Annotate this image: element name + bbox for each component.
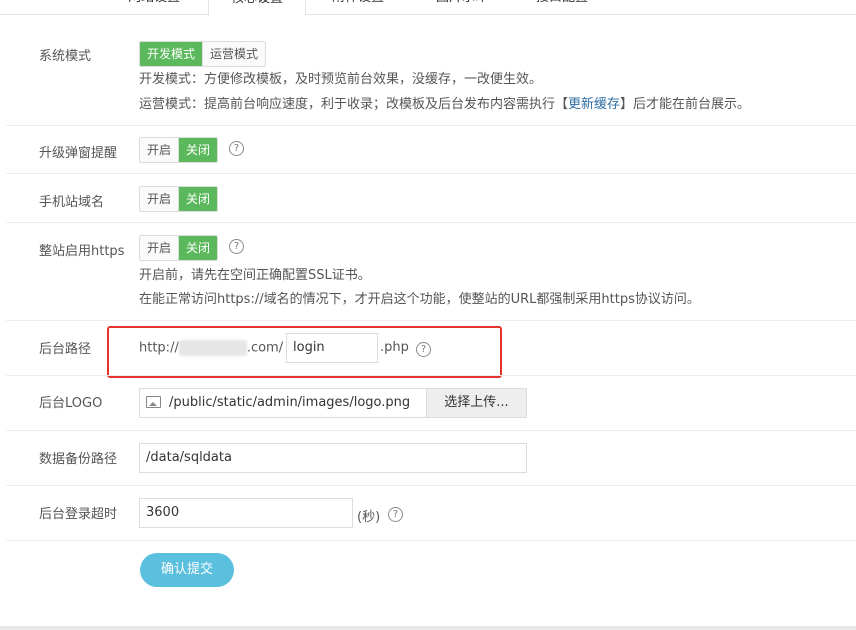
backup-path-label: 数据备份路径	[39, 452, 118, 467]
highlight-box	[107, 326, 502, 378]
divider	[6, 375, 856, 376]
upgrade-popup-label: 升级弹窗提醒	[39, 146, 118, 161]
help-icon[interactable]: ?	[229, 141, 244, 156]
admin-logo-label: 后台LOGO	[39, 396, 103, 411]
admin-logo-input[interactable]: /public/static/admin/images/logo.png	[139, 388, 427, 418]
divider	[6, 540, 856, 541]
https-on[interactable]: 开启	[140, 236, 179, 260]
image-icon	[146, 395, 161, 408]
tab-attachment-settings[interactable]: 附件设置	[304, 0, 412, 14]
dev-mode-option[interactable]: 开发模式	[140, 42, 203, 66]
tab-api-config[interactable]: 接口配置	[512, 0, 612, 14]
https-off[interactable]: 关闭	[178, 236, 218, 260]
ops-mode-option[interactable]: 运营模式	[202, 42, 266, 66]
upgrade-popup-off[interactable]: 关闭	[178, 138, 218, 162]
mobile-domain-on[interactable]: 开启	[140, 187, 179, 211]
divider	[6, 125, 856, 126]
upgrade-popup-toggle: 开启 关闭	[139, 137, 219, 163]
bottom-scrollbar[interactable]	[0, 626, 856, 630]
system-mode-toggle: 开发模式 运营模式	[139, 41, 267, 67]
divider	[6, 485, 856, 486]
tab-bar: 网站设置 核心设置 附件设置 图片水印 接口配置	[0, 0, 856, 16]
https-note-force: 在能正常访问https://域名的情况下，才开启这个功能，使整站的URL都强制采…	[139, 292, 700, 307]
seconds-unit: (秒)	[357, 510, 381, 525]
admin-logo-path: /public/static/admin/images/logo.png	[169, 395, 411, 410]
update-cache-link[interactable]: 更新缓存	[568, 97, 620, 112]
help-icon[interactable]: ?	[388, 507, 403, 522]
tab-site-settings[interactable]: 网站设置	[100, 0, 208, 14]
ops-mode-description-text: 运营模式：提高前台响应速度，利于收录；改模板及后台发布内容需执行【	[139, 97, 569, 112]
login-timeout-label: 后台登录超时	[39, 507, 118, 522]
https-note-ssl: 开启前，请先在空间正确配置SSL证书。	[139, 268, 371, 283]
divider	[6, 430, 856, 431]
divider	[6, 173, 856, 174]
backup-path-input[interactable]: /data/sqldata	[139, 443, 527, 473]
mobile-domain-toggle: 开启 关闭	[139, 186, 219, 212]
divider	[6, 222, 856, 223]
tab-image-watermark[interactable]: 图片水印	[412, 0, 512, 14]
ops-mode-description: 运营模式：提高前台响应速度，利于收录；改模板及后台发布内容需执行【更新缓存】后才…	[139, 93, 750, 112]
admin-path-label: 后台路径	[39, 342, 92, 357]
upgrade-popup-on[interactable]: 开启	[140, 138, 179, 162]
dev-mode-description: 开发模式：方便修改模板，及时预览前台效果，没缓存，一改便生效。	[139, 72, 543, 87]
help-icon[interactable]: ?	[229, 239, 244, 254]
https-label: 整站启用https	[39, 244, 125, 259]
mobile-domain-off[interactable]: 关闭	[178, 187, 218, 211]
submit-button[interactable]: 确认提交	[140, 553, 234, 587]
https-toggle: 开启 关闭	[139, 235, 219, 261]
tab-core-settings[interactable]: 核心设置	[208, 0, 306, 16]
upload-button[interactable]: 选择上传...	[427, 388, 527, 418]
ops-mode-description-suffix: 】后才能在前台展示。	[620, 97, 751, 112]
system-mode-label: 系统模式	[39, 49, 92, 64]
login-timeout-input[interactable]: 3600	[139, 498, 353, 528]
divider	[6, 320, 856, 321]
mobile-domain-label: 手机站域名	[39, 195, 105, 210]
